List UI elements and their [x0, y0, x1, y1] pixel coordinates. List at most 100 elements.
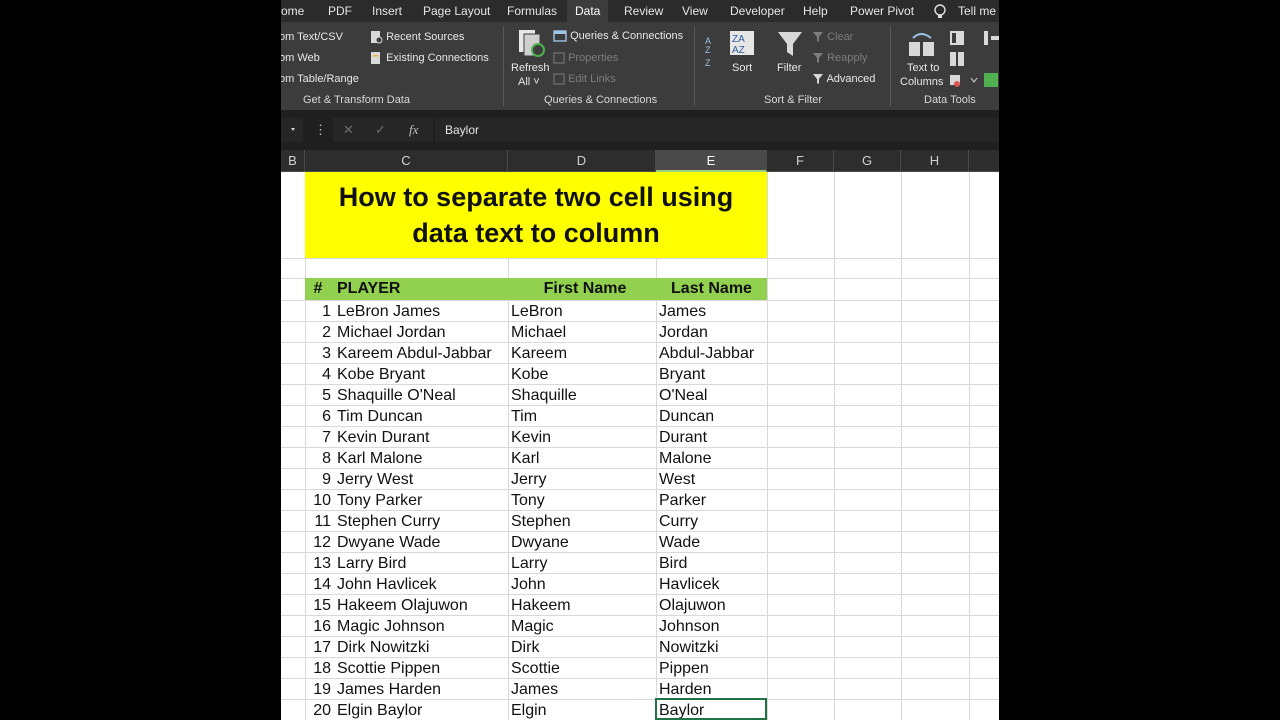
- header-number[interactable]: #: [305, 278, 331, 300]
- cell-first-name[interactable]: Michael: [511, 322, 566, 343]
- cell-first-name[interactable]: John: [511, 574, 546, 595]
- cell-last-name[interactable]: Bryant: [659, 364, 705, 385]
- tab-power-pivot[interactable]: Power Pivot: [850, 0, 914, 22]
- refresh-all-button[interactable]: Refresh: [511, 62, 550, 74]
- cell-player[interactable]: Dwyane Wade: [337, 532, 440, 553]
- cell-last-name[interactable]: Curry: [659, 511, 698, 532]
- cell-number[interactable]: 18: [305, 658, 331, 679]
- consolidate-icon[interactable]: [983, 30, 999, 46]
- cell-number[interactable]: 5: [305, 385, 331, 406]
- tab-insert[interactable]: Insert: [372, 0, 402, 22]
- name-box[interactable]: [281, 118, 303, 142]
- cell-player[interactable]: Kareem Abdul-Jabbar: [337, 343, 492, 364]
- filter-button[interactable]: Filter: [777, 62, 801, 74]
- column-header-b[interactable]: B: [281, 150, 305, 172]
- cancel-icon[interactable]: ✕: [343, 122, 354, 138]
- cell-number[interactable]: 15: [305, 595, 331, 616]
- cell-player[interactable]: Shaquille O'Neal: [337, 385, 456, 406]
- header-player[interactable]: PLAYER: [337, 278, 400, 300]
- column-header-c[interactable]: C: [305, 150, 508, 172]
- cell-number[interactable]: 6: [305, 406, 331, 427]
- cell-first-name[interactable]: Dirk: [511, 637, 539, 658]
- cell-last-name[interactable]: Wade: [659, 532, 700, 553]
- properties-button[interactable]: Properties: [553, 52, 618, 64]
- tab-data[interactable]: Data: [567, 0, 609, 22]
- tab-formulas[interactable]: Formulas: [507, 0, 557, 22]
- flash-fill-icon[interactable]: [949, 30, 965, 46]
- cell-last-name[interactable]: Parker: [659, 490, 706, 511]
- cell-last-name[interactable]: Johnson: [659, 616, 720, 637]
- active-cell-e[interactable]: [655, 698, 767, 720]
- worksheet-grid[interactable]: How to separate two cell using data text…: [281, 172, 999, 720]
- manage-data-model-icon[interactable]: [983, 72, 999, 88]
- cell-first-name[interactable]: Magic: [511, 616, 554, 637]
- insert-function-icon[interactable]: fx: [409, 122, 418, 138]
- cell-first-name[interactable]: Kobe: [511, 364, 548, 385]
- cell-first-name[interactable]: Scottie: [511, 658, 560, 679]
- advanced-filter-button[interactable]: Advanced: [812, 73, 875, 85]
- cell-last-name[interactable]: Harden: [659, 679, 711, 700]
- cell-first-name[interactable]: Larry: [511, 553, 547, 574]
- cell-first-name[interactable]: Hakeem: [511, 595, 571, 616]
- cell-player[interactable]: Magic Johnson: [337, 616, 445, 637]
- queries-connections-button[interactable]: Queries & Connections: [553, 30, 683, 42]
- clear-filter-button[interactable]: Clear: [812, 31, 853, 43]
- from-table-range-button[interactable]: om Table/Range: [281, 73, 359, 85]
- tab-help[interactable]: Help: [803, 0, 828, 22]
- cell-player[interactable]: Elgin Baylor: [337, 700, 422, 720]
- cell-number[interactable]: 17: [305, 637, 331, 658]
- cell-last-name[interactable]: Duncan: [659, 406, 714, 427]
- column-header-next[interactable]: [969, 150, 999, 172]
- cell-player[interactable]: Karl Malone: [337, 448, 422, 469]
- cell-player[interactable]: Tony Parker: [337, 490, 422, 511]
- tab-review[interactable]: Review: [624, 0, 663, 22]
- cell-first-name[interactable]: Elgin: [511, 700, 547, 720]
- cell-number[interactable]: 12: [305, 532, 331, 553]
- cell-number[interactable]: 7: [305, 427, 331, 448]
- cell-first-name[interactable]: Tony: [511, 490, 545, 511]
- cell-number[interactable]: 2: [305, 322, 331, 343]
- cell-player[interactable]: Kevin Durant: [337, 427, 430, 448]
- cell-player[interactable]: Larry Bird: [337, 553, 406, 574]
- cell-last-name[interactable]: Malone: [659, 448, 711, 469]
- cell-player[interactable]: Jerry West: [337, 469, 413, 490]
- cell-last-name[interactable]: O'Neal: [659, 385, 707, 406]
- more-options-icon[interactable]: ⋮: [314, 122, 327, 138]
- cell-player[interactable]: Hakeem Olajuwon: [337, 595, 468, 616]
- cell-number[interactable]: 13: [305, 553, 331, 574]
- cell-last-name[interactable]: Olajuwon: [659, 595, 726, 616]
- cell-first-name[interactable]: James: [511, 679, 558, 700]
- enter-icon[interactable]: ✓: [375, 122, 386, 138]
- tab-view[interactable]: View: [682, 0, 708, 22]
- tab-pdf[interactable]: PDF: [328, 0, 352, 22]
- cell-player[interactable]: Tim Duncan: [337, 406, 423, 427]
- text-to-columns-button[interactable]: Text to: [907, 62, 939, 74]
- cell-first-name[interactable]: Tim: [511, 406, 537, 427]
- from-text-csv-button[interactable]: om Text/CSV: [281, 31, 343, 43]
- edit-links-button[interactable]: Edit Links: [553, 73, 616, 85]
- cell-number[interactable]: 20: [305, 700, 331, 720]
- column-header-h[interactable]: H: [901, 150, 969, 172]
- cell-player[interactable]: Michael Jordan: [337, 322, 446, 343]
- cell-number[interactable]: 1: [305, 301, 331, 322]
- cell-player[interactable]: Scottie Pippen: [337, 658, 440, 679]
- tab-home[interactable]: ome: [281, 0, 304, 22]
- tab-tell-me[interactable]: Tell me w: [958, 0, 999, 22]
- remove-duplicates-icon[interactable]: [949, 51, 965, 67]
- cell-player[interactable]: Dirk Nowitzki: [337, 637, 429, 658]
- refresh-all-dropdown[interactable]: All ˅: [518, 76, 540, 88]
- cell-first-name[interactable]: LeBron: [511, 301, 563, 322]
- cell-last-name[interactable]: James: [659, 301, 706, 322]
- cell-player[interactable]: LeBron James: [337, 301, 440, 322]
- cell-last-name[interactable]: Bird: [659, 553, 687, 574]
- column-header-g[interactable]: G: [834, 150, 901, 172]
- cell-number[interactable]: 14: [305, 574, 331, 595]
- reapply-button[interactable]: Reapply: [812, 52, 867, 64]
- cell-last-name[interactable]: Jordan: [659, 322, 708, 343]
- cell-first-name[interactable]: Dwyane: [511, 532, 569, 553]
- cell-number[interactable]: 19: [305, 679, 331, 700]
- cell-number[interactable]: 9: [305, 469, 331, 490]
- from-web-button[interactable]: om Web: [281, 52, 320, 64]
- tab-developer[interactable]: Developer: [730, 0, 785, 22]
- cell-last-name[interactable]: West: [659, 469, 695, 490]
